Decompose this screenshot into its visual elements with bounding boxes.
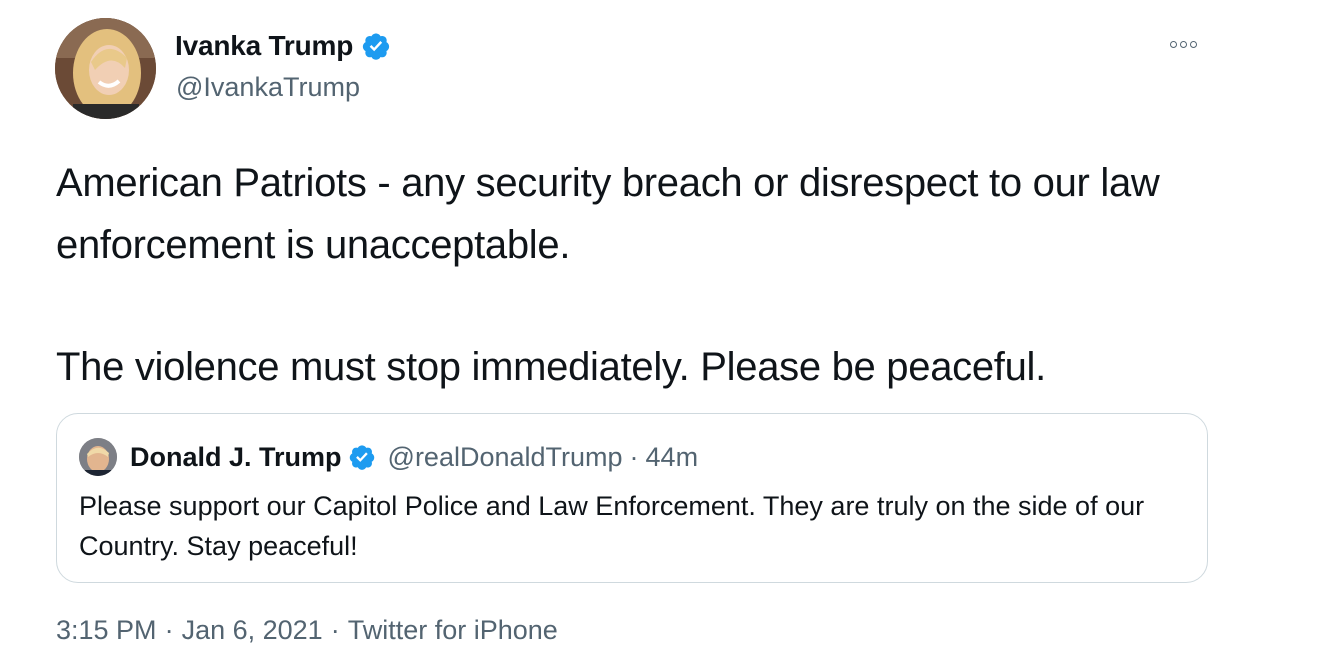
author-name[interactable]: Ivanka Trump <box>175 30 391 62</box>
more-dot <box>1180 40 1187 48</box>
tweet-source[interactable]: Twitter for iPhone <box>348 615 558 645</box>
quoted-timestamp[interactable]: 44m <box>646 442 699 473</box>
quoted-tweet-text: Please support our Capitol Police and La… <box>79 491 1145 561</box>
verified-badge-icon <box>363 33 390 60</box>
author-name-text[interactable]: Ivanka Trump <box>175 30 353 62</box>
meta-separator: · <box>164 615 174 645</box>
tweet-time[interactable]: 3:15 PM <box>56 615 157 645</box>
quoted-tweet-header: Donald J. Trump @realDonaldTrump · 44m <box>130 438 698 476</box>
quoted-tweet-card[interactable]: Donald J. Trump @realDonaldTrump · 44m P… <box>56 413 1208 583</box>
quoted-author-avatar[interactable] <box>79 438 117 476</box>
tweet-paragraph-1: American Patriots - any security breach … <box>56 161 1160 267</box>
meta-separator: · <box>330 615 340 645</box>
tweet-text: American Patriots - any security breach … <box>56 152 1276 398</box>
tweet-date[interactable]: Jan 6, 2021 <box>182 615 323 645</box>
author-avatar[interactable] <box>55 18 156 119</box>
more-dot <box>1190 40 1197 48</box>
quoted-author-name[interactable]: Donald J. Trump <box>130 442 342 473</box>
tweet-paragraph-2: The violence must stop immediately. Plea… <box>56 345 1046 389</box>
more-options-icon[interactable] <box>1170 34 1210 54</box>
more-dot <box>1170 40 1177 48</box>
tweet: Ivanka Trump @IvankaTrump American Patri… <box>0 0 1326 661</box>
tweet-meta: 3:15 PM · Jan 6, 2021 · Twitter for iPhone <box>56 615 558 646</box>
quoted-author-handle[interactable]: @realDonaldTrump <box>388 442 623 473</box>
verified-badge-icon <box>349 445 374 470</box>
author-handle[interactable]: @IvankaTrump <box>176 72 360 103</box>
quoted-separator: · <box>629 441 639 472</box>
